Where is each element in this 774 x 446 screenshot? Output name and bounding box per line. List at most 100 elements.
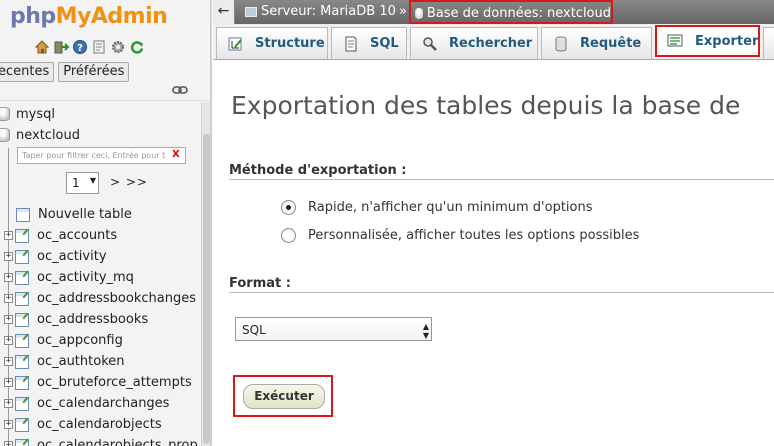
- phpmyadmin-window: phpMyAdmin ? ecentes Préférées mysql nex…: [0, 0, 774, 446]
- chevron-down-icon: ▲ ▼: [422, 322, 429, 340]
- table-item[interactable]: + oc_activity: [0, 246, 107, 266]
- scrollbar-thumb[interactable]: [203, 134, 210, 444]
- next-page-links[interactable]: > >>: [110, 175, 148, 189]
- table-item[interactable]: + oc_calendarobjects: [0, 414, 162, 434]
- query-icon: [552, 36, 570, 52]
- execute-button[interactable]: Exécuter: [243, 384, 325, 409]
- table-item[interactable]: + oc_activity_mq: [0, 267, 134, 287]
- expand-icon[interactable]: +: [4, 293, 13, 303]
- tab-search[interactable]: Rechercher: [410, 27, 538, 59]
- table-icon: [15, 291, 31, 306]
- table-icon: [15, 249, 31, 264]
- quick-links: ?: [34, 39, 145, 55]
- table-item[interactable]: + oc_authtoken: [0, 351, 125, 371]
- table-icon: [15, 354, 31, 369]
- collapse-navigation-button[interactable]: ←: [213, 0, 235, 24]
- expand-icon[interactable]: +: [4, 377, 13, 387]
- expand-icon[interactable]: +: [4, 251, 13, 261]
- table-item[interactable]: + oc_bruteforce_attempts: [0, 372, 192, 392]
- sidebar-scrollbar[interactable]: [201, 102, 210, 446]
- table-name: oc_authtoken: [37, 353, 125, 369]
- table-item[interactable]: + oc_appconfig: [0, 330, 123, 350]
- section-divider: [229, 292, 774, 293]
- table-name: oc_calendarobjects_prop: [37, 437, 198, 446]
- table-icon: [15, 228, 31, 243]
- divider: [0, 100, 210, 101]
- breadcrumb-separator: »: [399, 4, 407, 19]
- new-table-icon: [16, 207, 32, 222]
- tab-query[interactable]: Requête: [541, 27, 652, 59]
- table-icon: [15, 312, 31, 327]
- tab-favorites[interactable]: Préférées: [58, 62, 130, 82]
- search-icon: [421, 36, 439, 52]
- execute-highlight: Exécuter: [233, 375, 333, 417]
- table-item[interactable]: + oc_calendarobjects_prop: [0, 435, 198, 446]
- expand-icon[interactable]: +: [4, 230, 13, 240]
- radio-quick-export[interactable]: Rapide, n'afficher qu'un minimum d'optio…: [281, 200, 593, 215]
- logout-icon[interactable]: [53, 39, 69, 55]
- docs-icon[interactable]: [91, 39, 107, 55]
- export-icon: [667, 33, 685, 49]
- expand-icon[interactable]: +: [4, 335, 13, 345]
- table-item[interactable]: + oc_accounts: [0, 225, 117, 245]
- radio-custom-export[interactable]: Personnalisée, afficher toutes les optio…: [281, 228, 639, 243]
- settings-icon[interactable]: [110, 39, 126, 55]
- table-name: oc_accounts: [37, 227, 118, 243]
- table-item[interactable]: + oc_addressbooks: [0, 309, 148, 329]
- database-icon: [415, 7, 423, 19]
- structure-icon: [227, 36, 245, 52]
- expand-icon[interactable]: +: [4, 314, 13, 324]
- main-content: Exportation des tables depuis la base de…: [213, 61, 774, 446]
- nav-tabs: ecentes Préférées: [0, 62, 130, 82]
- expand-icon[interactable]: +: [4, 356, 13, 366]
- database-icon: [0, 107, 10, 121]
- format-heading: Format :: [229, 276, 291, 291]
- home-icon[interactable]: [34, 39, 50, 55]
- tab-sql[interactable]: SQL: [331, 27, 407, 59]
- database-icon: [0, 128, 10, 142]
- clear-filter-button[interactable]: X: [172, 149, 180, 160]
- phpmyadmin-logo[interactable]: phpMyAdmin: [10, 4, 168, 29]
- table-name: oc_activity_mq: [37, 269, 134, 285]
- expand-icon[interactable]: +: [4, 419, 13, 429]
- table-name: oc_bruteforce_attempts: [37, 374, 192, 390]
- panel-resizer[interactable]: [210, 0, 212, 446]
- help-icon[interactable]: ?: [72, 39, 88, 55]
- table-icon: [15, 417, 31, 432]
- table-name: oc_appconfig: [37, 332, 123, 348]
- table-name: oc_addressbooks: [37, 311, 149, 327]
- format-select[interactable]: SQL ▲ ▼: [235, 317, 432, 341]
- table-icon: [15, 438, 31, 446]
- expand-icon[interactable]: +: [4, 440, 13, 446]
- export-method-heading: Méthode d'exportation :: [229, 163, 407, 178]
- reload-icon[interactable]: [129, 39, 145, 55]
- table-icon: [15, 375, 31, 390]
- breadcrumb-server[interactable]: Serveur: MariaDB 10: [245, 4, 396, 19]
- table-icon: [15, 270, 31, 285]
- section-divider: [229, 179, 774, 180]
- navigation-panel: phpMyAdmin ? ecentes Préférées mysql nex…: [0, 0, 212, 446]
- expand-icon[interactable]: +: [4, 272, 13, 282]
- table-item[interactable]: + oc_calendarchanges: [0, 393, 169, 413]
- table-name: oc_activity: [37, 248, 107, 264]
- tab-export[interactable]: Exporter: [655, 25, 760, 57]
- db-item-nextcloud[interactable]: nextcloud: [0, 125, 80, 145]
- table-filter-input[interactable]: Taper pour filtrer ceci, Entrée pour t: [17, 147, 186, 164]
- svg-text:?: ?: [77, 43, 83, 54]
- table-name: oc_calendarobjects: [37, 416, 162, 432]
- tab-more[interactable]: [763, 27, 774, 59]
- sql-icon: [342, 36, 360, 52]
- breadcrumb-bar: ← Serveur: MariaDB 10 » Base de données:…: [213, 0, 774, 24]
- new-table-item[interactable]: Nouvelle table: [16, 204, 132, 224]
- table-name: oc_calendarchanges: [37, 395, 170, 411]
- page-selector[interactable]: 1 ▼: [66, 172, 99, 194]
- tab-structure[interactable]: Structure: [216, 27, 328, 59]
- expand-icon[interactable]: +: [4, 398, 13, 408]
- tab-recent[interactable]: ecentes: [0, 62, 55, 82]
- db-item-mysql[interactable]: mysql: [0, 104, 55, 124]
- table-item[interactable]: + oc_addressbookchanges: [0, 288, 196, 308]
- breadcrumb-database[interactable]: Base de données: nextcloud: [409, 0, 613, 24]
- radio-button[interactable]: [281, 228, 296, 243]
- link-with-main-panel-icon[interactable]: [172, 84, 188, 96]
- radio-button-checked[interactable]: [281, 200, 296, 215]
